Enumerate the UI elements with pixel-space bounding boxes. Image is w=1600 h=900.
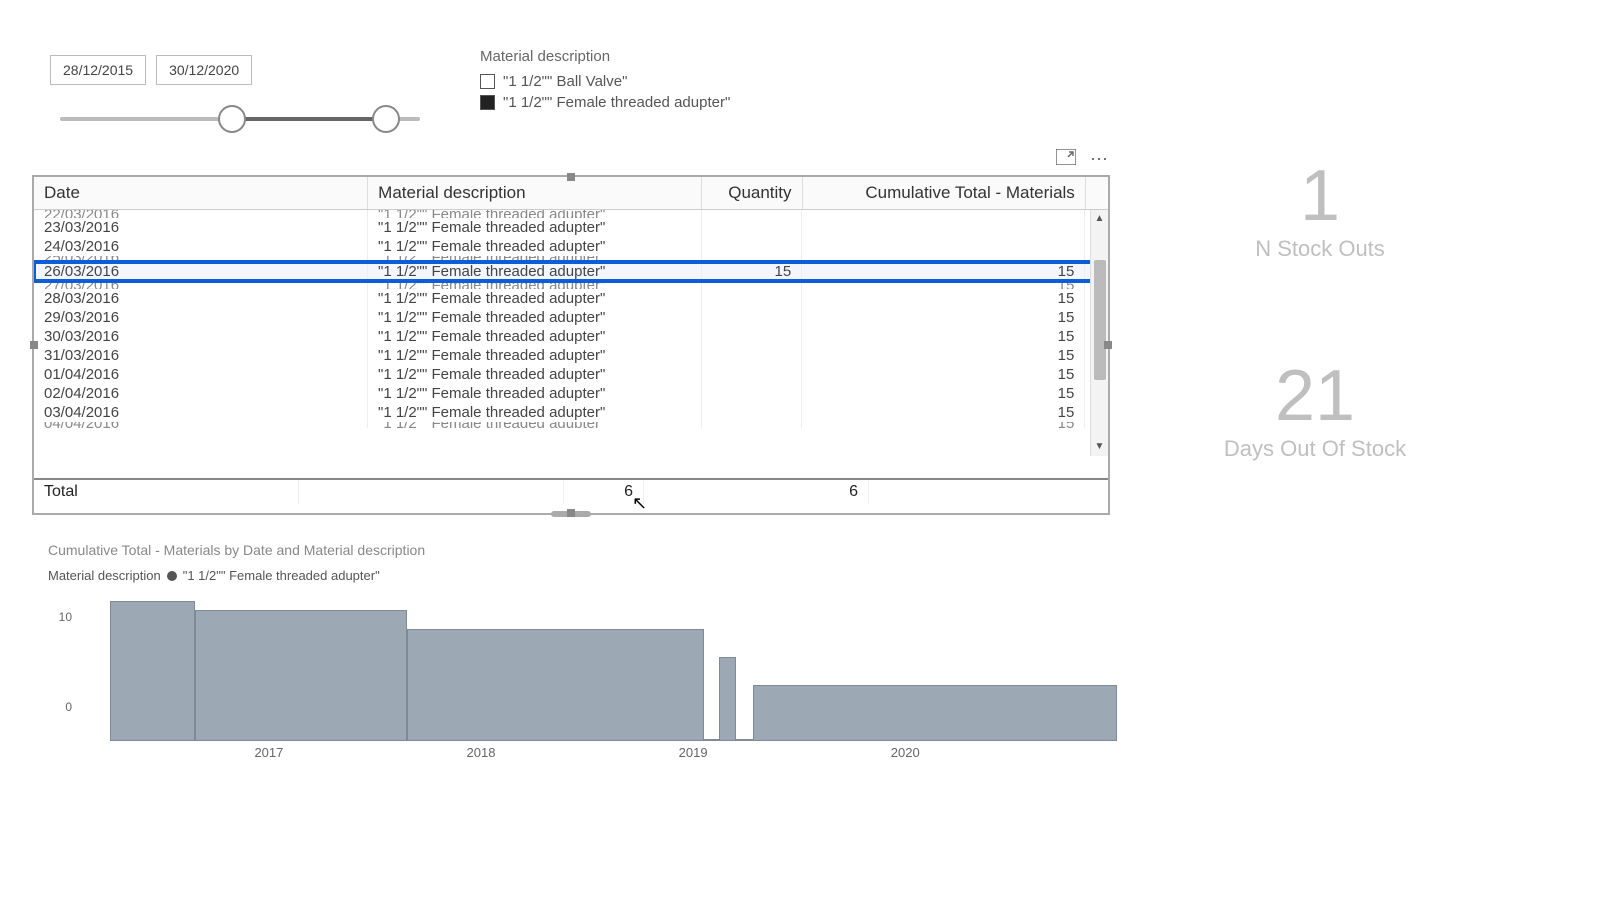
table-row[interactable]: 23/03/2016"1 1/2"" Female threaded adupt… (34, 218, 1108, 237)
total-quantity: 6 (564, 480, 644, 504)
x-tick: 2017 (254, 745, 283, 760)
table-row[interactable]: 03/04/2016"1 1/2"" Female threaded adupt… (34, 403, 1108, 422)
slicer-option[interactable]: "1 1/2"" Female threaded adupter" (480, 92, 730, 113)
y-axis: 0 10 (48, 591, 76, 741)
table-row[interactable]: 26/03/2016"1 1/2"" Female threaded adupt… (34, 262, 1108, 281)
table-row[interactable]: 04/04/2016"1 1/2"" Female threaded adupt… (34, 422, 1108, 428)
more-options-icon[interactable]: ⋯ (1090, 149, 1108, 170)
col-header-date[interactable]: Date (34, 177, 368, 210)
chart-step-segment (407, 629, 704, 741)
kpi-stockouts[interactable]: 1 N Stock Outs (1210, 160, 1430, 262)
y-tick: 0 (65, 700, 72, 714)
table-row[interactable]: 29/03/2016"1 1/2"" Female threaded adupt… (34, 308, 1108, 327)
total-cumulative: 6 (644, 480, 869, 504)
col-header-cumulative[interactable]: Cumulative Total - Materials (802, 177, 1085, 210)
resize-handle[interactable] (567, 509, 575, 517)
legend-marker-icon (167, 571, 177, 581)
chart-step-segment (753, 685, 1118, 741)
vertical-scrollbar[interactable]: ▲ ▼ (1090, 210, 1108, 456)
table-row[interactable]: 28/03/2016"1 1/2"" Female threaded adupt… (34, 289, 1108, 308)
chart-step-segment (195, 610, 407, 741)
scroll-down-icon[interactable]: ▼ (1091, 438, 1108, 456)
date-range-slicer[interactable]: 28/12/2015 30/12/2020 (50, 55, 430, 135)
table-row[interactable]: 30/03/2016"1 1/2"" Female threaded adupt… (34, 327, 1108, 346)
legend-series-name: "1 1/2"" Female threaded adupter" (183, 568, 380, 583)
slider-handle-end[interactable] (372, 105, 400, 133)
chart-title: Cumulative Total - Materials by Date and… (48, 542, 1138, 558)
scroll-up-icon[interactable]: ▲ (1091, 210, 1108, 228)
slicer-option[interactable]: "1 1/2"" Ball Valve" (480, 71, 730, 92)
date-to-input[interactable]: 30/12/2020 (156, 55, 252, 85)
kpi-value: 21 (1195, 360, 1435, 432)
x-tick: 2019 (679, 745, 708, 760)
scrollbar-thumb[interactable] (1094, 260, 1106, 380)
kpi-value: 1 (1210, 160, 1430, 232)
table-row[interactable]: 31/03/2016"1 1/2"" Female threaded adupt… (34, 346, 1108, 365)
table-row[interactable]: 22/03/2016"1 1/2"" Female threaded adupt… (34, 210, 1108, 218)
resize-handle[interactable] (567, 173, 575, 181)
total-label: Total (34, 480, 299, 504)
slider-fill (230, 117, 390, 121)
chart-plot-area[interactable] (78, 591, 1138, 741)
chart-step-segment (736, 739, 753, 741)
date-from-input[interactable]: 28/12/2015 (50, 55, 146, 85)
kpi-label: Days Out Of Stock (1195, 436, 1435, 462)
checkbox-empty-icon[interactable] (480, 74, 495, 89)
kpi-days-out-of-stock[interactable]: 21 Days Out Of Stock (1195, 360, 1435, 462)
x-axis: 2017 2018 2019 2020 (78, 743, 1138, 761)
slicer-title: Material description (480, 48, 730, 65)
checkbox-checked-icon[interactable] (480, 95, 495, 110)
slicer-option-label: "1 1/2"" Ball Valve" (503, 73, 627, 90)
y-tick: 10 (59, 610, 72, 624)
date-slider[interactable] (50, 105, 430, 135)
chart-step-segment (719, 657, 736, 741)
material-description-slicer[interactable]: Material description "1 1/2"" Ball Valve… (480, 48, 730, 113)
materials-table-visual[interactable]: ⋯ Date Material description Quantity Cum… (32, 175, 1110, 515)
table-row[interactable]: 02/04/2016"1 1/2"" Female threaded adupt… (34, 384, 1108, 403)
chart-step-segment (110, 601, 195, 741)
slicer-option-label: "1 1/2"" Female threaded adupter" (503, 94, 730, 111)
table-row[interactable]: 01/04/2016"1 1/2"" Female threaded adupt… (34, 365, 1108, 384)
chart-step-segment (704, 739, 719, 741)
focus-mode-icon[interactable] (1056, 149, 1076, 170)
resize-handle[interactable] (1104, 341, 1112, 349)
table-row[interactable]: 27/03/2016"1 1/2"" Female threaded adupt… (34, 281, 1108, 289)
legend-title: Material description (48, 568, 161, 583)
slider-handle-start[interactable] (218, 105, 246, 133)
kpi-label: N Stock Outs (1210, 236, 1430, 262)
cumulative-chart-visual[interactable]: Cumulative Total - Materials by Date and… (48, 542, 1138, 761)
col-header-material[interactable]: Material description (368, 177, 702, 210)
x-tick: 2020 (891, 745, 920, 760)
table-row[interactable]: 24/03/2016"1 1/2"" Female threaded adupt… (34, 237, 1108, 256)
x-tick: 2018 (467, 745, 496, 760)
resize-handle[interactable] (30, 341, 38, 349)
col-header-quantity[interactable]: Quantity (701, 177, 802, 210)
